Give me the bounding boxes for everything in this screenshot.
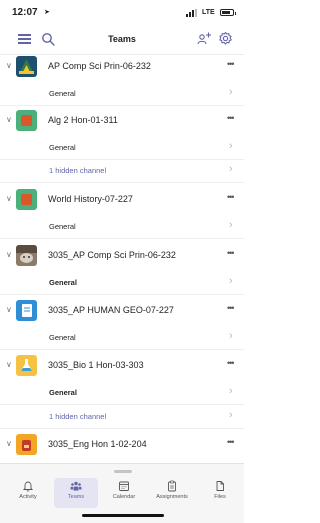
nav-item-calendar[interactable]: Calendar <box>102 478 146 508</box>
nav-item-assignments[interactable]: Assignments <box>150 478 194 508</box>
channel-label: General <box>49 222 76 231</box>
team-row[interactable]: ∨ 3035_AP Comp Sci Prin-06-232 ••• <box>0 240 244 272</box>
teams-icon <box>70 481 82 491</box>
nav-item-files[interactable]: Files <box>198 478 242 508</box>
more-options-icon[interactable]: ••• <box>227 248 235 258</box>
channel-row[interactable]: General › <box>0 272 244 295</box>
team-name: 3035_Eng Hon 1-02-204 <box>48 439 147 449</box>
team-row[interactable]: ∨ 3035_Bio 1 Hon-03-303 ••• <box>0 350 244 382</box>
channel-row[interactable]: General › <box>0 327 244 350</box>
team-avatar-backpack <box>16 434 37 455</box>
nav-item-activity[interactable]: Activity <box>6 478 50 508</box>
channel-label: General <box>49 388 77 397</box>
more-options-icon[interactable]: ••• <box>227 192 235 202</box>
chevron-right-icon: › <box>229 219 233 231</box>
team-name: World History-07-227 <box>48 194 133 204</box>
chevron-right-icon: › <box>229 86 233 98</box>
more-options-icon[interactable]: ••• <box>227 303 235 313</box>
channel-row[interactable]: General › <box>0 382 244 405</box>
team-name: 3035_AP Comp Sci Prin-06-232 <box>48 250 176 260</box>
team-name: Alg 2 Hon-01-311 <box>48 115 118 125</box>
team-name: 3035_Bio 1 Hon-03-303 <box>48 360 144 370</box>
nav-label: Teams <box>67 494 85 500</box>
team-avatar-orange-square <box>16 189 37 210</box>
drag-handle[interactable] <box>114 470 132 473</box>
team-row[interactable]: ∨ AP Comp Sci Prin-06-232 ••• <box>0 51 244 83</box>
battery-icon <box>220 9 236 16</box>
chevron-right-icon: › <box>229 163 233 175</box>
nav-label: Assignments <box>156 494 188 500</box>
channel-label: General <box>49 89 76 98</box>
chevron-down-icon[interactable]: ∨ <box>6 115 12 124</box>
chevron-right-icon: › <box>229 275 233 287</box>
status-bar: 12:07 ➤ LTE <box>0 0 244 26</box>
nav-label: Files <box>214 494 226 500</box>
hidden-channels-row[interactable]: 1 hidden channel › <box>0 406 244 429</box>
team-avatar-orange-square <box>16 110 37 131</box>
location-arrow-icon: ➤ <box>44 9 50 16</box>
files-icon <box>216 481 224 491</box>
channel-row[interactable]: General › <box>0 216 244 239</box>
carrier-label: LTE <box>202 9 215 16</box>
chevron-down-icon[interactable]: ∨ <box>6 250 12 259</box>
channel-label: General <box>49 143 76 152</box>
bell-icon <box>22 481 34 492</box>
team-row[interactable]: ∨ 3035_AP HUMAN GEO-07-227 ••• <box>0 295 244 327</box>
more-options-icon[interactable]: ••• <box>227 358 235 368</box>
more-options-icon[interactable]: ••• <box>227 113 235 123</box>
team-name: 3035_AP HUMAN GEO-07-227 <box>48 305 174 315</box>
chevron-down-icon[interactable]: ∨ <box>6 305 12 314</box>
chevron-right-icon: › <box>229 409 233 421</box>
chevron-right-icon: › <box>229 385 233 397</box>
hidden-channels-link[interactable]: 1 hidden channel <box>49 412 106 421</box>
team-avatar-document <box>16 300 37 321</box>
signal-icon <box>186 9 200 17</box>
chevron-right-icon: › <box>229 330 233 342</box>
chevron-down-icon[interactable]: ∨ <box>6 194 12 203</box>
status-time: 12:07 <box>12 7 38 18</box>
nav-label: Activity <box>19 494 37 500</box>
chevron-down-icon[interactable]: ∨ <box>6 439 12 448</box>
more-options-icon[interactable]: ••• <box>227 59 235 69</box>
nav-item-teams[interactable]: Teams <box>54 478 98 508</box>
calendar-icon <box>119 481 129 491</box>
add-team-icon[interactable] <box>197 31 212 46</box>
channel-row[interactable]: General › <box>0 83 244 106</box>
gear-icon[interactable] <box>218 31 233 46</box>
channel-label: General <box>49 333 76 342</box>
hidden-channels-link[interactable]: 1 hidden channel <box>49 166 106 175</box>
hidden-channels-row[interactable]: 1 hidden channel › <box>0 160 244 183</box>
chevron-down-icon[interactable]: ∨ <box>6 360 12 369</box>
team-row[interactable]: ∨ 3035_Eng Hon 1-02-204 ••• <box>0 429 244 461</box>
home-indicator[interactable] <box>82 514 164 517</box>
more-options-icon[interactable]: ••• <box>227 437 235 447</box>
chevron-right-icon: › <box>229 140 233 152</box>
team-avatar-photo <box>16 245 37 266</box>
team-row[interactable]: ∨ Alg 2 Hon-01-311 ••• <box>0 105 244 137</box>
assignments-icon <box>168 480 176 492</box>
team-avatar-flask <box>16 355 37 376</box>
team-name: AP Comp Sci Prin-06-232 <box>48 61 151 71</box>
team-row[interactable]: ∨ World History-07-227 ••• <box>0 184 244 216</box>
channel-label: General <box>49 278 77 287</box>
team-avatar-wizard-hat <box>16 56 37 77</box>
nav-label: Calendar <box>112 494 136 500</box>
chevron-down-icon[interactable]: ∨ <box>6 61 12 70</box>
channel-row[interactable]: General › <box>0 137 244 160</box>
